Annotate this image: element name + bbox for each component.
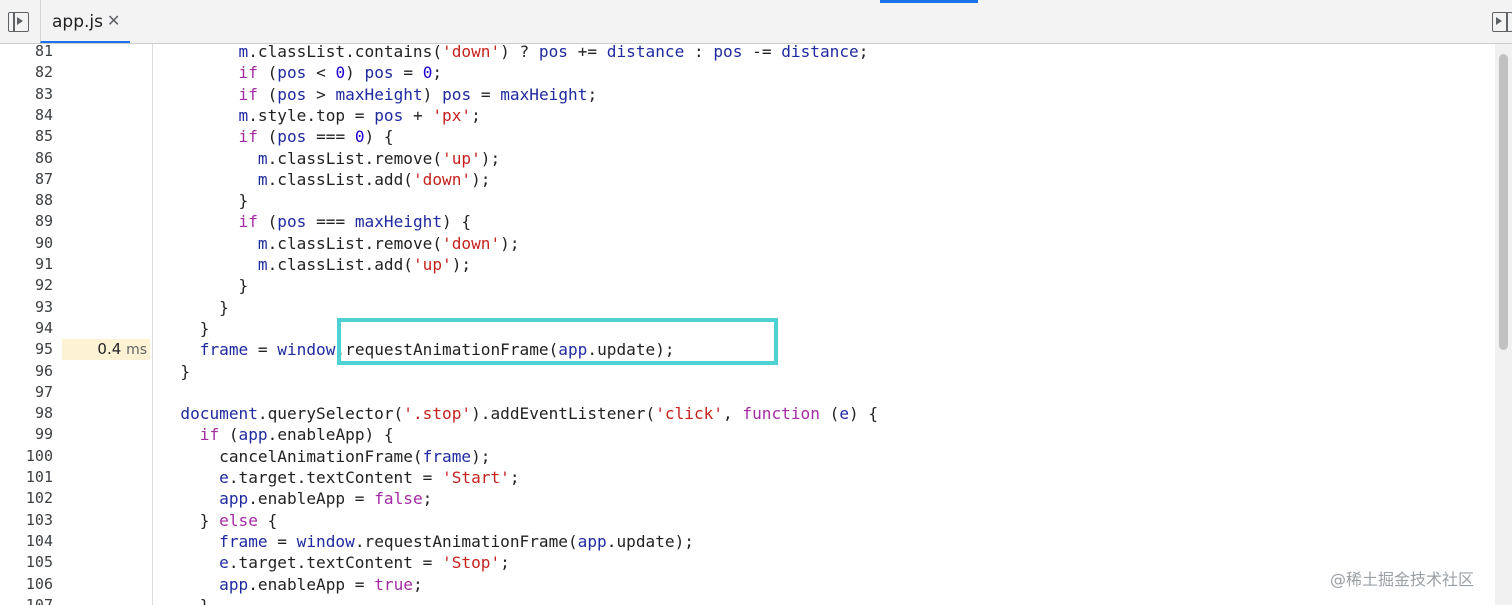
highlight-annotation-box (337, 318, 778, 365)
code-text[interactable]: e.target.textContent = 'Start'; (161, 467, 519, 488)
code-text[interactable]: m.classList.remove('up'); (161, 148, 500, 169)
close-icon[interactable]: ✕ (107, 11, 120, 30)
code-text[interactable]: m.classList.add('up'); (161, 254, 471, 275)
code-line: 106 app.enableApp = true; (0, 574, 1495, 595)
line-number[interactable]: 82 (0, 62, 53, 83)
line-number[interactable]: 96 (0, 361, 53, 382)
code-text[interactable]: m.classList.remove('down'); (161, 233, 520, 254)
code-text[interactable]: frame = window.requestAnimationFrame(app… (161, 531, 694, 552)
line-number[interactable]: 103 (0, 510, 53, 531)
code-line: 97 (0, 382, 1495, 403)
code-text[interactable]: } (161, 318, 210, 339)
line-number[interactable]: 83 (0, 84, 53, 105)
line-number[interactable]: 98 (0, 403, 53, 424)
code-line: 87 m.classList.add('down'); (0, 169, 1495, 190)
timing-value: 0.4 (97, 340, 122, 359)
code-line: 98 document.querySelector('.stop').addEv… (0, 403, 1495, 424)
line-number[interactable]: 102 (0, 488, 53, 509)
sidebar-toggle-icon[interactable] (8, 12, 29, 32)
code-text[interactable]: } (161, 297, 229, 318)
code-line: 93 } (0, 297, 1495, 318)
line-number[interactable]: 106 (0, 574, 53, 595)
code-line: 91 m.classList.add('up'); (0, 254, 1495, 275)
vertical-scrollbar[interactable] (1495, 44, 1512, 605)
code-text[interactable]: if (app.enableApp) { (161, 424, 394, 445)
line-number[interactable]: 89 (0, 211, 53, 232)
code-text[interactable]: } (161, 190, 249, 211)
code-text[interactable]: app.enableApp = false; (161, 488, 432, 509)
code-line: 85 if (pos === 0) { (0, 126, 1495, 147)
tab-label: app.js (52, 12, 103, 32)
code-text[interactable]: m.classList.add('down'); (161, 169, 491, 190)
line-number[interactable]: 88 (0, 190, 53, 211)
line-number[interactable]: 90 (0, 233, 53, 254)
line-number[interactable]: 99 (0, 424, 53, 445)
line-number[interactable]: 107 (0, 595, 53, 605)
line-number[interactable]: 91 (0, 254, 53, 275)
code-line: 82 if (pos < 0) pos = 0; (0, 62, 1495, 83)
code-line: 103 } else { (0, 510, 1495, 531)
code-line: 102 app.enableApp = false; (0, 488, 1495, 509)
scroll-thumb[interactable] (1499, 54, 1508, 350)
watermark: @稀土掘金技术社区 (1330, 570, 1475, 589)
line-number[interactable]: 95 (0, 339, 53, 360)
code-text[interactable]: m.classList.contains('down') ? pos += di… (161, 44, 869, 62)
line-number[interactable]: 85 (0, 126, 53, 147)
code-line: 86 m.classList.remove('up'); (0, 148, 1495, 169)
code-line: 90 m.classList.remove('down'); (0, 233, 1495, 254)
code-text[interactable]: app.enableApp = true; (161, 574, 423, 595)
code-line: 107 } (0, 595, 1495, 605)
code-line: 84 m.style.top = pos + 'px'; (0, 105, 1495, 126)
code-text[interactable]: cancelAnimationFrame(frame); (161, 446, 490, 467)
code-text[interactable]: } (161, 361, 190, 382)
code-text[interactable]: document.querySelector('.stop').addEvent… (161, 403, 878, 424)
line-number[interactable]: 87 (0, 169, 53, 190)
line-number[interactable]: 97 (0, 382, 53, 403)
tab-app-js[interactable]: app.js ✕ (40, 0, 130, 43)
line-number[interactable]: 104 (0, 531, 53, 552)
code-text[interactable]: if (pos > maxHeight) pos = maxHeight; (161, 84, 598, 105)
line-number[interactable]: 105 (0, 552, 53, 573)
line-number[interactable]: 94 (0, 318, 53, 339)
sidebar-toggle-icon[interactable] (1492, 12, 1512, 32)
line-number[interactable]: 92 (0, 275, 53, 296)
code-editor[interactable]: 81 m.classList.contains('down') ? pos +=… (0, 44, 1512, 605)
code-line: 89 if (pos === maxHeight) { (0, 211, 1495, 232)
editor-tab-bar: app.js ✕ (0, 0, 1512, 44)
line-number[interactable]: 86 (0, 148, 53, 169)
active-panel-indicator (880, 0, 978, 3)
code-text[interactable]: if (pos === 0) { (161, 126, 394, 147)
code-line: 81 m.classList.contains('down') ? pos +=… (0, 44, 1495, 62)
code-text[interactable]: e.target.textContent = 'Stop'; (161, 552, 510, 573)
code-text[interactable]: } (161, 275, 249, 296)
code-line: 99 if (app.enableApp) { (0, 424, 1495, 445)
code-line: 83 if (pos > maxHeight) pos = maxHeight; (0, 84, 1495, 105)
line-number[interactable]: 81 (0, 44, 53, 62)
code-text[interactable]: if (pos === maxHeight) { (161, 211, 472, 232)
code-text[interactable]: m.style.top = pos + 'px'; (161, 105, 481, 126)
code-line: 100 cancelAnimationFrame(frame); (0, 446, 1495, 467)
code-text[interactable]: } (161, 595, 210, 605)
line-number[interactable]: 100 (0, 446, 53, 467)
code-text[interactable]: if (pos < 0) pos = 0; (161, 62, 443, 83)
line-number[interactable]: 93 (0, 297, 53, 318)
code-line: 88 } (0, 190, 1495, 211)
code-text[interactable]: } else { (161, 510, 278, 531)
code-line: 101 e.target.textContent = 'Start'; (0, 467, 1495, 488)
line-number[interactable]: 101 (0, 467, 53, 488)
code-line: 105 e.target.textContent = 'Stop'; (0, 552, 1495, 573)
timing-unit: ms (126, 342, 147, 359)
line-number[interactable]: 84 (0, 105, 53, 126)
code-line: 92 } (0, 275, 1495, 296)
performance-timing-badge: 0.4 ms (62, 339, 150, 361)
code-line: 104 frame = window.requestAnimationFrame… (0, 531, 1495, 552)
